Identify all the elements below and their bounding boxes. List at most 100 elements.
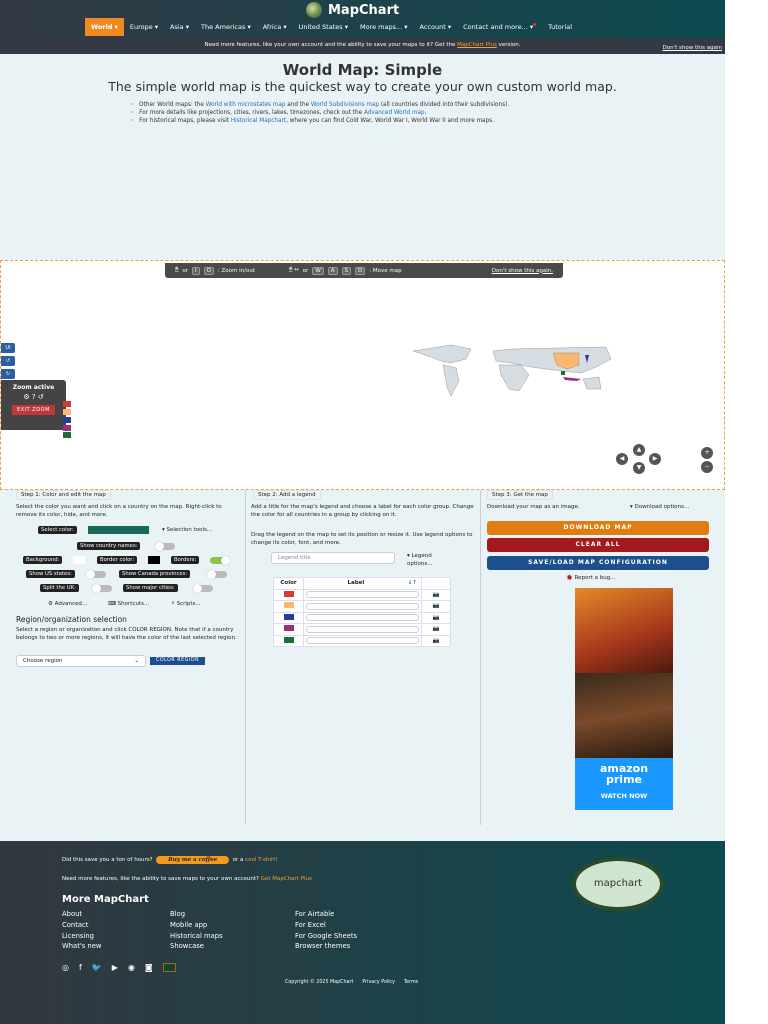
nav-contact[interactable]: Contact and more... ▾ <box>457 18 542 36</box>
color-region-button[interactable]: COLOR REGION <box>150 657 206 665</box>
pan-right-button[interactable]: ▶ <box>649 453 661 465</box>
footer-link[interactable]: Showcase <box>170 941 223 952</box>
historical-link[interactable]: Historical Mapchart <box>231 118 286 124</box>
report-bug-link[interactable]: 🐞 Report a bug... <box>566 574 615 582</box>
terms-link[interactable]: Terms <box>404 980 418 985</box>
scripts-link[interactable]: ⚡ Scripts... <box>171 600 201 608</box>
buy-coffee-button[interactable]: Buy me a coffee <box>156 856 230 864</box>
show-names-toggle[interactable] <box>155 542 175 551</box>
legend-swatch[interactable] <box>63 417 71 423</box>
footer-link[interactable]: Mobile app <box>170 920 223 931</box>
legend-title-input[interactable]: Legend title <box>271 552 395 564</box>
nav-europe[interactable]: Europe ▾ <box>124 18 164 36</box>
footer-link[interactable]: About <box>62 909 101 920</box>
footer-link[interactable]: Historical maps <box>170 931 223 942</box>
advanced-map-link[interactable]: Advanced World map <box>364 110 425 116</box>
redo-button[interactable]: ↻ <box>1 369 15 379</box>
download-map-button[interactable]: DOWNLOAD MAP <box>487 521 709 535</box>
footer-link[interactable]: For Airtable <box>295 909 357 920</box>
nav-us[interactable]: United States ▾ <box>293 18 354 36</box>
footer-link[interactable]: Licensing <box>62 931 101 942</box>
advanced-link[interactable]: ⚙ Advanced... <box>48 600 87 608</box>
download-options-link[interactable]: ▾ Download options... <box>630 503 689 511</box>
legend-options-link[interactable]: ▾ Legend options... <box>407 552 447 568</box>
zoom-in-button[interactable]: + <box>701 447 713 459</box>
nav-world[interactable]: World ▾ <box>85 18 124 36</box>
logo[interactable]: MapChart <box>306 2 399 18</box>
exit-zoom-button[interactable]: EXIT ZOOM <box>12 405 55 415</box>
screenshot-icon[interactable]: 📷 <box>421 634 451 647</box>
legend-swatch[interactable] <box>63 409 71 415</box>
mapchart-plus-link[interactable]: MapChart Plus <box>457 42 497 48</box>
footer-link[interactable]: Contact <box>62 920 101 931</box>
split-uk-toggle[interactable] <box>92 584 112 593</box>
selection-tools-link[interactable]: ▾ Selection tools... <box>162 526 212 534</box>
legend-color-swatch[interactable] <box>283 625 294 632</box>
advertisement[interactable]: amazon prime WATCH NOW <box>575 588 673 810</box>
legend-label-input[interactable] <box>306 602 419 610</box>
footer-link[interactable]: For Google Sheets <box>295 931 357 942</box>
gear-icon[interactable]: ⚙ <box>23 393 29 401</box>
clear-all-button[interactable]: CLEAR ALL <box>487 538 709 552</box>
microstates-link[interactable]: World with microstates map <box>206 102 286 108</box>
reset-icon[interactable]: ↺ <box>38 393 44 401</box>
nav-more-maps[interactable]: More maps... ▾ <box>354 18 414 36</box>
pan-up-button[interactable]: ▲ <box>633 444 645 456</box>
facebook-icon[interactable]: f <box>79 963 82 972</box>
legend-label-input[interactable] <box>306 625 419 633</box>
legend-swatch[interactable] <box>63 425 71 431</box>
cities-toggle[interactable] <box>193 584 213 593</box>
screenshot-icon[interactable]: 📷 <box>421 588 451 601</box>
zoom-out-button[interactable]: − <box>701 461 713 473</box>
border-color-picker[interactable] <box>148 556 160 564</box>
nav-africa[interactable]: Africa ▾ <box>257 18 293 36</box>
instagram-icon[interactable]: ◎ <box>62 963 69 972</box>
nav-tutorial[interactable]: Tutorial <box>542 18 578 36</box>
world-map[interactable] <box>411 341 611 401</box>
footer-link[interactable]: Blog <box>170 909 223 920</box>
pan-down-button[interactable]: ▼ <box>633 462 645 474</box>
legend-label-input[interactable] <box>306 637 419 645</box>
borders-toggle[interactable] <box>210 556 230 565</box>
region-select[interactable]: Choose region ⌄ <box>16 655 146 667</box>
discord-icon[interactable]: ◙ <box>145 963 153 972</box>
legend-color-swatch[interactable] <box>283 590 294 597</box>
tshirt-link[interactable]: cool T-shirt! <box>245 857 277 863</box>
footer-link[interactable]: What's new <box>62 941 101 952</box>
background-color-picker[interactable] <box>73 556 85 564</box>
reddit-icon[interactable]: ◉ <box>128 963 135 972</box>
us-states-toggle[interactable] <box>86 570 106 579</box>
nav-americas[interactable]: The Americas ▾ <box>195 18 257 36</box>
youtube-icon[interactable]: ▶ <box>112 963 118 972</box>
legend-color-swatch[interactable] <box>283 602 294 609</box>
get-plus-link[interactable]: Get MapChart Plus <box>261 876 312 882</box>
footer-link[interactable]: Browser themes <box>295 941 357 952</box>
legend-color-swatch[interactable] <box>283 636 294 643</box>
twitter-icon[interactable]: 🐦 <box>92 963 102 972</box>
legend-label-input[interactable] <box>306 614 419 622</box>
dismiss-hint-link[interactable]: Don't show this again. <box>492 268 553 274</box>
privacy-link[interactable]: Privacy Policy <box>362 980 395 985</box>
screenshot-icon[interactable]: 📷 <box>421 611 451 624</box>
ad-cta[interactable]: WATCH NOW <box>575 792 673 800</box>
legend-color-swatch[interactable] <box>283 613 294 620</box>
help-icon[interactable]: ? <box>32 393 36 401</box>
color-picker[interactable] <box>88 526 149 534</box>
shortcuts-link[interactable]: ⌨ Shortcuts... <box>108 600 149 608</box>
map-theme-icon[interactable] <box>162 963 176 972</box>
toggle-ui-button[interactable]: UI <box>1 343 15 353</box>
nav-account[interactable]: Account ▾ <box>414 18 458 36</box>
map-canvas[interactable]: 🖱 or I O: Zoom in/out 🖱 ↔ or WASD: Move map … <box>0 260 725 490</box>
dismiss-banner-link[interactable]: Don't show this again <box>663 41 723 55</box>
legend-swatch[interactable] <box>63 401 71 407</box>
pan-left-button[interactable]: ◀ <box>616 453 628 465</box>
footer-link[interactable]: For Excel <box>295 920 357 931</box>
subdivisions-link[interactable]: World Subdivisions map <box>311 102 379 108</box>
screenshot-icon[interactable]: 📷 <box>421 623 451 636</box>
save-load-button[interactable]: SAVE/LOAD MAP CONFIGURATION <box>487 556 709 570</box>
screenshot-icon[interactable]: 📷 <box>421 600 451 613</box>
undo-button[interactable]: ↺ <box>1 356 15 366</box>
sort-icon[interactable]: ↓↑ <box>408 580 417 586</box>
nav-asia[interactable]: Asia ▾ <box>164 18 195 36</box>
legend-swatch[interactable] <box>63 432 71 438</box>
